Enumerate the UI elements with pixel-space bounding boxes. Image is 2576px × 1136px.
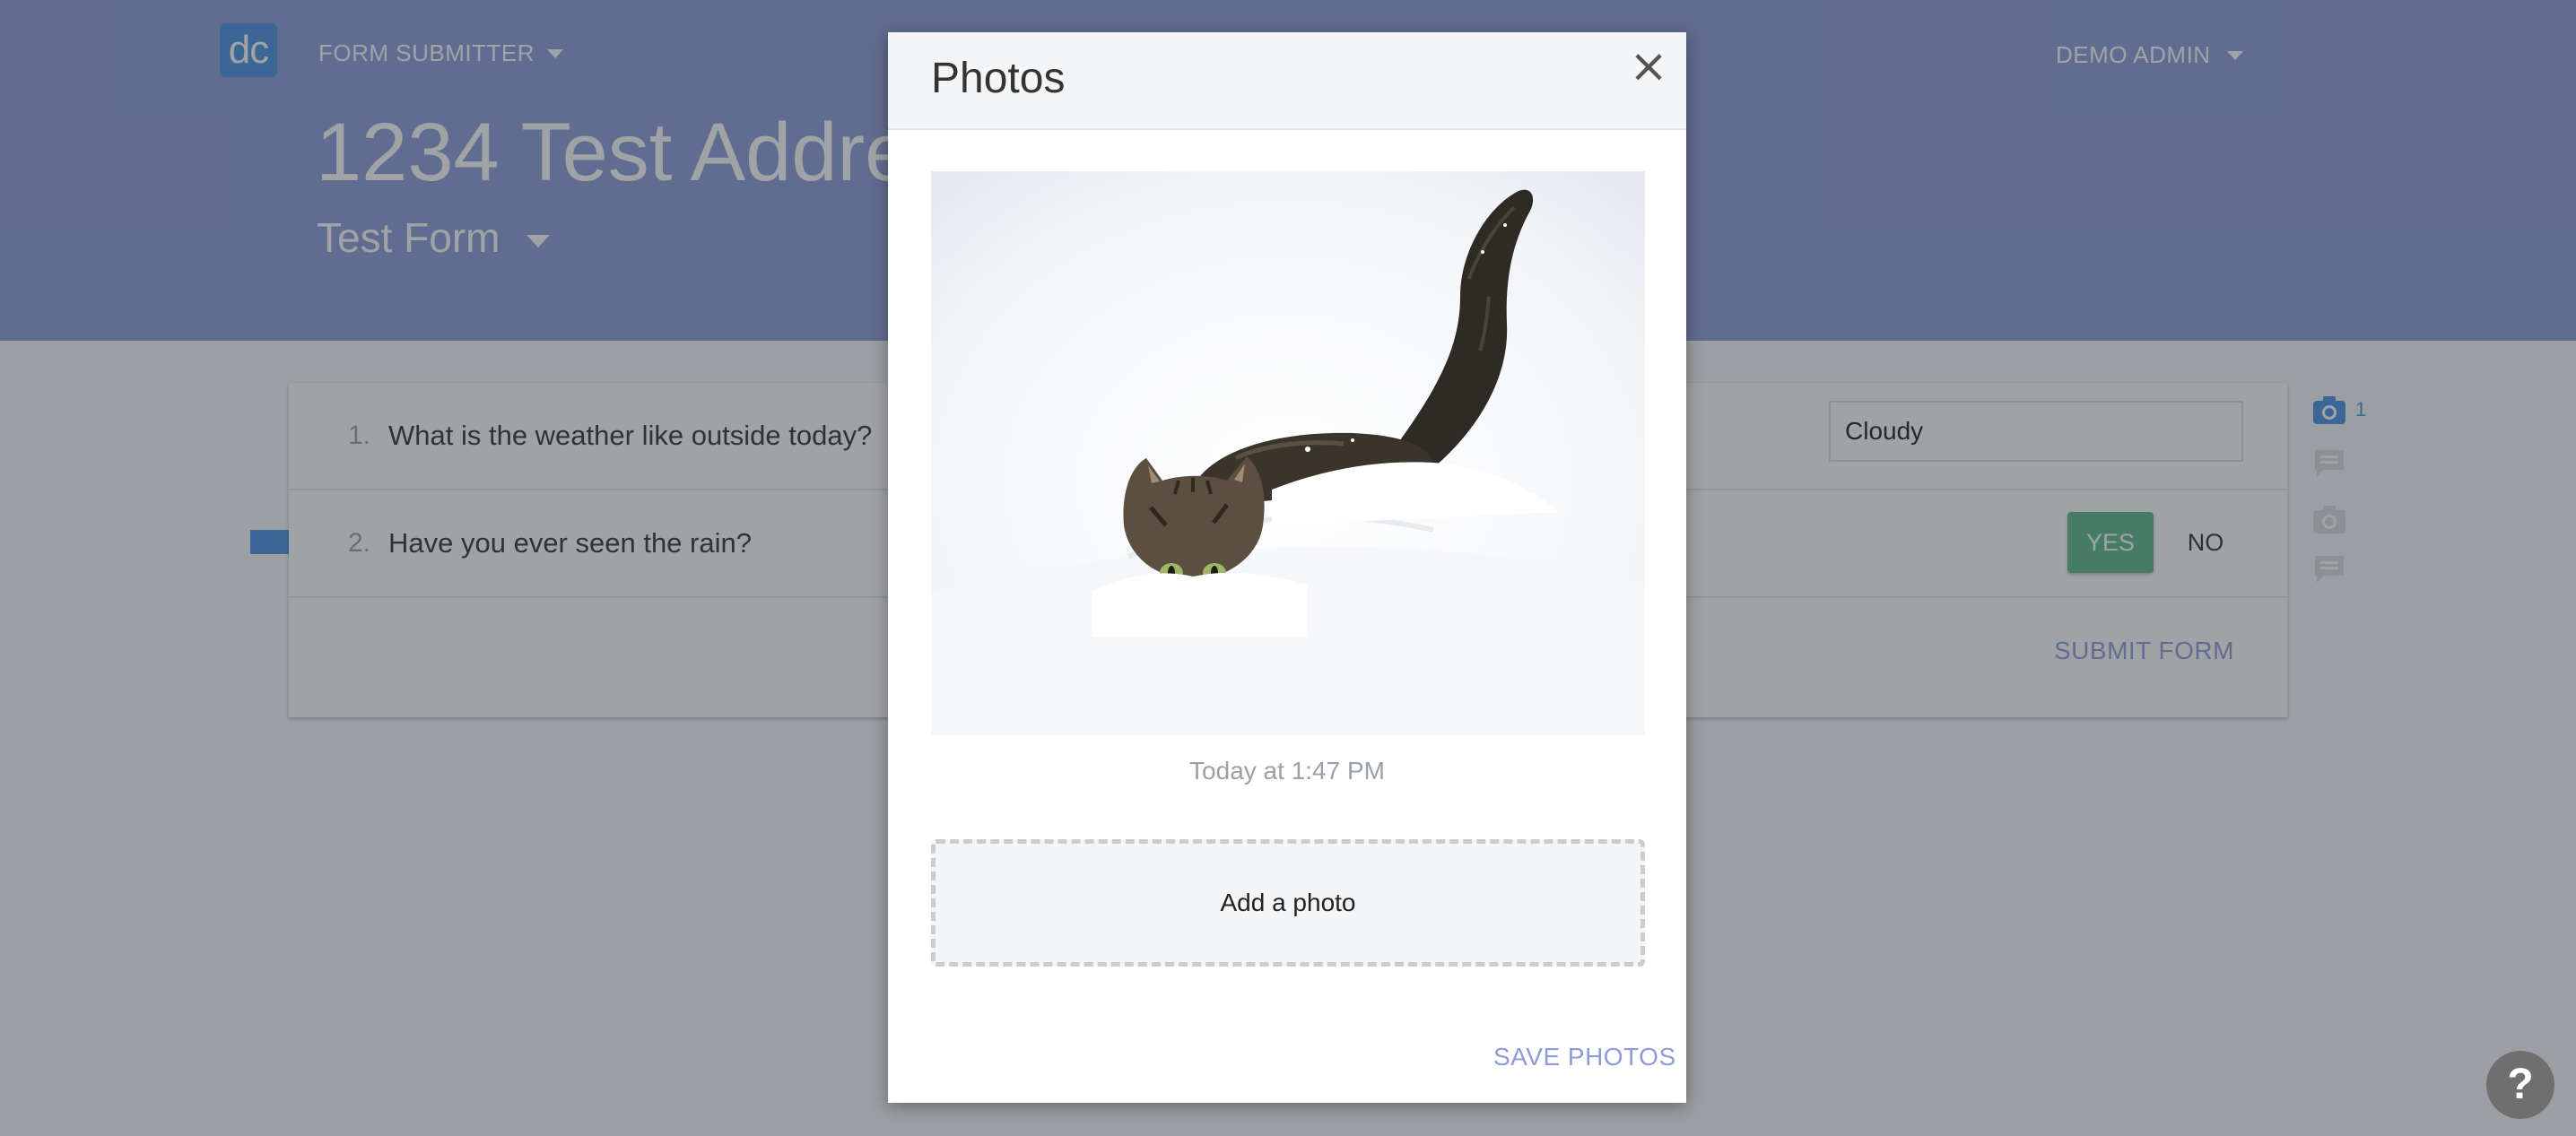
help-icon[interactable]: ?	[2486, 1051, 2554, 1119]
add-photo-dropzone[interactable]: Add a photo	[931, 839, 1645, 967]
photos-modal: Photos × Today at 1:47 PM Add a photo SA…	[888, 32, 1686, 1103]
save-photos-button[interactable]: SAVE PHOTOS	[1493, 1043, 1676, 1071]
photo-thumbnail[interactable]	[931, 171, 1645, 735]
photo-timestamp: Today at 1:47 PM	[1189, 757, 1385, 785]
modal-header: Photos ×	[888, 32, 1686, 130]
close-icon[interactable]: ×	[1629, 43, 1668, 90]
cat-in-snow-image	[931, 171, 1645, 735]
modal-title: Photos	[931, 55, 1066, 102]
